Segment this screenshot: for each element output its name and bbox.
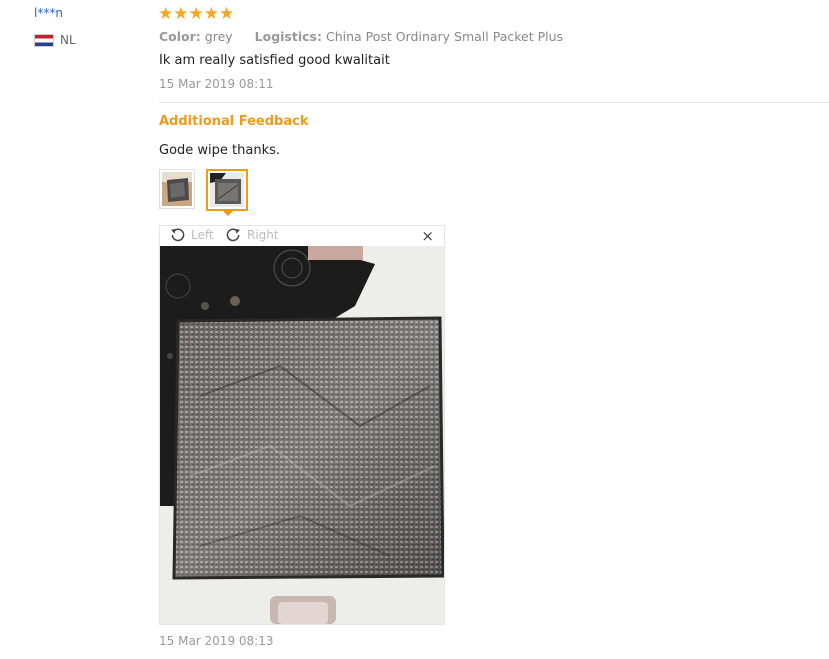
star-icon: ★ — [173, 4, 189, 24]
logistics-label: Logistics: — [254, 29, 322, 44]
rotate-left-button[interactable]: Left — [170, 227, 214, 242]
image-viewer: Left Right × — [159, 225, 445, 625]
star-rating: ★★★★★ — [158, 4, 234, 24]
order-attributes: Color: grey Logistics: China Post Ordina… — [159, 29, 563, 44]
feedback-date: 15 Mar 2019 08:13 — [159, 634, 274, 648]
rotate-right-label: Right — [247, 227, 279, 242]
reviewer-country: NL — [34, 33, 76, 47]
color-value: grey — [204, 29, 233, 44]
star-icon: ★ — [188, 4, 204, 24]
review-date: 15 Mar 2019 08:11 — [159, 77, 274, 91]
color-label: Color: — [159, 29, 201, 44]
rotate-left-icon — [170, 228, 185, 242]
netherlands-flag-icon — [34, 33, 54, 47]
review-photo-large — [160, 246, 444, 624]
star-icon: ★ — [158, 4, 174, 24]
review-text: Ik am really satisfied good kwalitait — [159, 53, 390, 68]
feedback-thumbnail-1[interactable] — [159, 169, 195, 209]
additional-feedback-title: Additional Feedback — [159, 114, 309, 129]
cloth-on-box-photo — [162, 172, 192, 206]
reviewer-name[interactable]: l***n — [34, 6, 63, 20]
star-icon: ★ — [203, 4, 219, 24]
country-code: NL — [60, 33, 76, 47]
rotate-left-label: Left — [191, 227, 214, 242]
additional-feedback-text: Gode wipe thanks. — [159, 143, 281, 158]
star-icon: ★ — [219, 4, 235, 24]
rotate-right-icon — [226, 228, 241, 242]
divider — [159, 102, 829, 103]
viewer-toolbar: Left Right × — [160, 226, 444, 246]
review-item: l***n NL ★★★★★ Color: grey Logistics: Ch… — [0, 0, 829, 659]
grey-cloth-photo — [210, 173, 244, 207]
close-viewer-button[interactable]: × — [421, 228, 434, 244]
selected-thumbnail-indicator — [222, 210, 234, 216]
rotate-right-button[interactable]: Right — [226, 227, 279, 242]
logistics-value: China Post Ordinary Small Packet Plus — [325, 29, 564, 44]
feedback-thumbnail-2-selected[interactable] — [206, 169, 248, 211]
